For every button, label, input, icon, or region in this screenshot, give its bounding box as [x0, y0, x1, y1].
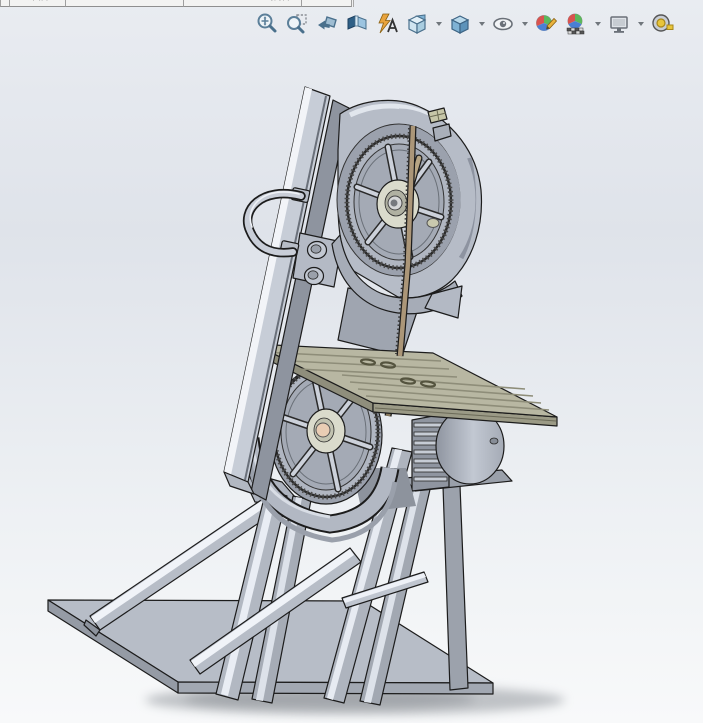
- tab-evaluate[interactable]: 评估: [10, 0, 66, 7]
- view-orientation-dropdown[interactable]: [434, 11, 443, 37]
- apply-scene-dropdown[interactable]: [593, 11, 602, 37]
- dynamic-annotation-views-icon[interactable]: [374, 11, 400, 37]
- edit-appearance-icon[interactable]: [533, 11, 559, 37]
- hide-show-items-icon[interactable]: [490, 11, 516, 37]
- upper-band-wheel[interactable]: [344, 133, 454, 271]
- display-style-icon[interactable]: [447, 11, 473, 37]
- tab-solidworks-addins[interactable]: SOLIDWORKS 插件: [184, 0, 302, 7]
- zoom-to-fit-icon[interactable]: [254, 11, 280, 37]
- display-style-dropdown[interactable]: [477, 11, 486, 37]
- tab-mbd-dimensions[interactable]: MBD Dimensions: [66, 0, 184, 7]
- view-settings-icon[interactable]: [606, 11, 632, 37]
- heads-up-toolbar: [254, 10, 675, 38]
- view-settings-dropdown[interactable]: [636, 11, 645, 37]
- hide-show-items-dropdown[interactable]: [520, 11, 529, 37]
- graphics-viewport[interactable]: [0, 0, 703, 723]
- zoom-to-area-icon[interactable]: [284, 11, 310, 37]
- tab-partial[interactable]: [0, 0, 10, 7]
- solidworks-window: { "tabs": [ {"label": ""}, {"label": "评估…: [0, 0, 703, 723]
- previous-view-icon[interactable]: [314, 11, 340, 37]
- command-manager-tabs: 评估 MBD Dimensions SOLIDWORKS 插件 MBD: [0, 0, 354, 7]
- section-view-icon[interactable]: [344, 11, 370, 37]
- apply-scene-icon[interactable]: [563, 11, 589, 37]
- view-orientation-icon[interactable]: [404, 11, 430, 37]
- measure-tape-icon[interactable]: [649, 11, 675, 37]
- tab-mbd[interactable]: MBD: [302, 0, 352, 7]
